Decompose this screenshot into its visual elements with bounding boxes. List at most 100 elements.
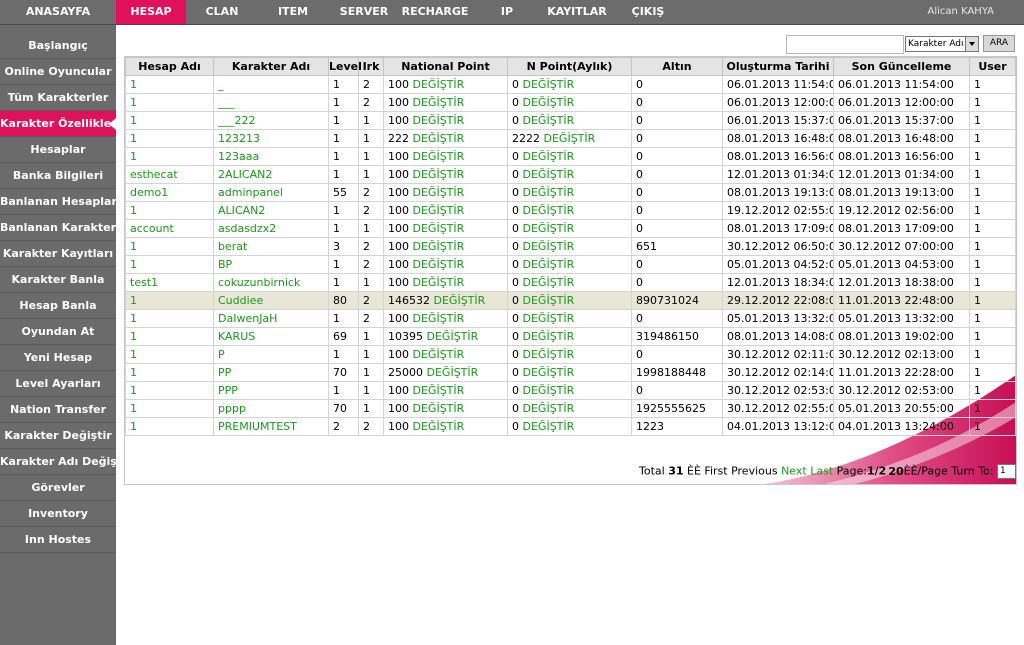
change-link[interactable]: DEĞİŞTİR: [434, 294, 486, 307]
change-link[interactable]: DEĞİŞTİR: [523, 366, 575, 379]
nav-item[interactable]: ITEM: [266, 0, 320, 24]
cell-hesap-adi[interactable]: 1: [125, 345, 214, 364]
change-link[interactable]: DEĞİŞTİR: [523, 294, 575, 307]
nav-clan[interactable]: CLAN: [193, 0, 251, 24]
cell-karakter-adi[interactable]: ALICAN2: [213, 201, 329, 220]
change-link[interactable]: DEĞİŞTİR: [523, 384, 575, 397]
search-field-select[interactable]: Karakter Adı: [905, 36, 979, 52]
column-header-son-guncelleme[interactable]: Son Güncelleme: [833, 57, 970, 76]
cell-hesap-adi[interactable]: 1: [125, 327, 214, 346]
cell-karakter-adi[interactable]: DaIwenJaH: [213, 309, 329, 328]
sidebar-item-banlanan-karakterler[interactable]: Banlanan Karakterler: [0, 215, 116, 241]
sidebar-item-oyundan-at[interactable]: Oyundan At: [0, 319, 116, 345]
sidebar-item-tum-karakterler[interactable]: Tüm Karakterler: [0, 85, 116, 111]
change-link[interactable]: DEĞİŞTİR: [523, 186, 575, 199]
column-header-n-point-aylik[interactable]: N Point(Aylık): [507, 57, 632, 76]
column-header-olusturma-tarihi[interactable]: Oluşturma Tarihi: [722, 57, 834, 76]
cell-karakter-adi[interactable]: adminpanel: [213, 183, 329, 202]
cell-hesap-adi[interactable]: 1: [125, 147, 214, 166]
change-link[interactable]: DEĞİŞTİR: [413, 78, 465, 91]
cell-karakter-adi[interactable]: PREMIUMTEST: [213, 417, 329, 436]
search-input[interactable]: [786, 35, 904, 54]
pager-next-link[interactable]: Next: [781, 465, 807, 478]
cell-hesap-adi[interactable]: account: [125, 219, 214, 238]
cell-hesap-adi[interactable]: 1: [125, 291, 214, 310]
nav-ip[interactable]: IP: [489, 0, 525, 24]
change-link[interactable]: DEĞİŞTİR: [427, 330, 479, 343]
sidebar-item-baslangic[interactable]: Başlangıç: [0, 33, 116, 59]
cell-hesap-adi[interactable]: 1: [125, 75, 214, 94]
change-link[interactable]: DEĞİŞTİR: [413, 348, 465, 361]
nav-kayitlar[interactable]: KAYITLAR: [542, 0, 612, 24]
change-link[interactable]: DEĞİŞTİR: [413, 402, 465, 415]
column-header-hesap-adi[interactable]: Hesap Adı: [125, 57, 214, 76]
change-link[interactable]: DEĞİŞTİR: [413, 204, 465, 217]
change-link[interactable]: DEĞİŞTİR: [413, 168, 465, 181]
change-link[interactable]: DEĞİŞTİR: [523, 168, 575, 181]
cell-karakter-adi[interactable]: P: [213, 345, 329, 364]
change-link[interactable]: DEĞİŞTİR: [413, 240, 465, 253]
sidebar-item-karakter-kayitlari[interactable]: Karakter Kayıtları: [0, 241, 116, 267]
cell-karakter-adi[interactable]: pppp: [213, 399, 329, 418]
nav-hesap[interactable]: HESAP: [116, 0, 186, 24]
cell-karakter-adi[interactable]: _: [213, 75, 329, 94]
change-link[interactable]: DEĞİŞTİR: [523, 348, 575, 361]
sidebar-item-hesap-banla[interactable]: Hesap Banla: [0, 293, 116, 319]
change-link[interactable]: DEĞİŞTİR: [413, 420, 465, 433]
cell-hesap-adi[interactable]: 1: [125, 129, 214, 148]
sidebar-item-hesaplar[interactable]: Hesaplar: [0, 137, 116, 163]
change-link[interactable]: DEĞİŞTİR: [413, 114, 465, 127]
sidebar-item-karakter-banla[interactable]: Karakter Banla: [0, 267, 116, 293]
sidebar-item-inn-hostes[interactable]: Inn Hostes: [0, 527, 116, 553]
nav-home-link[interactable]: ANASAYFA: [0, 0, 116, 24]
cell-hesap-adi[interactable]: 1: [125, 399, 214, 418]
change-link[interactable]: DEĞİŞTİR: [523, 96, 575, 109]
cell-hesap-adi[interactable]: 1: [125, 111, 214, 130]
search-button[interactable]: ARA: [983, 35, 1015, 52]
change-link[interactable]: DEĞİŞTİR: [523, 312, 575, 325]
cell-hesap-adi[interactable]: 1: [125, 363, 214, 382]
change-link[interactable]: DEĞİŞTİR: [413, 258, 465, 271]
cell-karakter-adi[interactable]: 2ALICAN2: [213, 165, 329, 184]
page-select[interactable]: 1: [996, 464, 1016, 479]
cell-hesap-adi[interactable]: 1: [125, 237, 214, 256]
cell-hesap-adi[interactable]: demo1: [125, 183, 214, 202]
change-link[interactable]: DEĞİŞTİR: [523, 276, 575, 289]
cell-karakter-adi[interactable]: asdasdzx2: [213, 219, 329, 238]
change-link[interactable]: DEĞİŞTİR: [523, 150, 575, 163]
sidebar-item-inventory[interactable]: Inventory: [0, 501, 116, 527]
column-header-national-point[interactable]: National Point: [383, 57, 508, 76]
cell-karakter-adi[interactable]: berat: [213, 237, 329, 256]
cell-karakter-adi[interactable]: PP: [213, 363, 329, 382]
sidebar-item-yeni-hesap[interactable]: Yeni Hesap: [0, 345, 116, 371]
cell-karakter-adi[interactable]: ___222: [213, 111, 329, 130]
change-link[interactable]: DEĞİŞTİR: [523, 78, 575, 91]
cell-hesap-adi[interactable]: 1: [125, 201, 214, 220]
nav-server[interactable]: SERVER: [336, 0, 392, 24]
column-header-level[interactable]: Level: [328, 57, 362, 76]
sidebar-item-karakter-adi-degistir[interactable]: Karakter Adı Değiştir: [0, 449, 116, 475]
sidebar-item-karakter-degistir[interactable]: Karakter Değiştir: [0, 423, 116, 449]
cell-karakter-adi[interactable]: PPP: [213, 381, 329, 400]
sidebar-item-karakter-ozellikleri[interactable]: Karakter Özellikleri: [0, 111, 116, 137]
change-link[interactable]: DEĞİŞTİR: [523, 420, 575, 433]
change-link[interactable]: DEĞİŞTİR: [413, 384, 465, 397]
column-header-karakter-adi[interactable]: Karakter Adı: [213, 57, 329, 76]
change-link[interactable]: DEĞİŞTİR: [523, 114, 575, 127]
change-link[interactable]: DEĞİŞTİR: [413, 132, 465, 145]
change-link[interactable]: DEĞİŞTİR: [523, 204, 575, 217]
change-link[interactable]: DEĞİŞTİR: [523, 222, 575, 235]
change-link[interactable]: DEĞİŞTİR: [413, 312, 465, 325]
cell-karakter-adi[interactable]: BP: [213, 255, 329, 274]
change-link[interactable]: DEĞİŞTİR: [523, 240, 575, 253]
sidebar-item-level-ayarlari[interactable]: Level Ayarları: [0, 371, 116, 397]
sidebar-item-online-oyuncular[interactable]: Online Oyuncular: [0, 59, 116, 85]
sidebar-item-nation-transfer[interactable]: Nation Transfer: [0, 397, 116, 423]
sidebar-item-banlanan-hesaplar[interactable]: Banlanan Hesaplar: [0, 189, 116, 215]
cell-karakter-adi[interactable]: KARUS: [213, 327, 329, 346]
cell-karakter-adi[interactable]: ___: [213, 93, 329, 112]
nav-recharge[interactable]: RECHARGE: [400, 0, 470, 24]
change-link[interactable]: DEĞİŞTİR: [523, 402, 575, 415]
cell-karakter-adi[interactable]: 123213: [213, 129, 329, 148]
column-header-user[interactable]: User: [969, 57, 1016, 76]
